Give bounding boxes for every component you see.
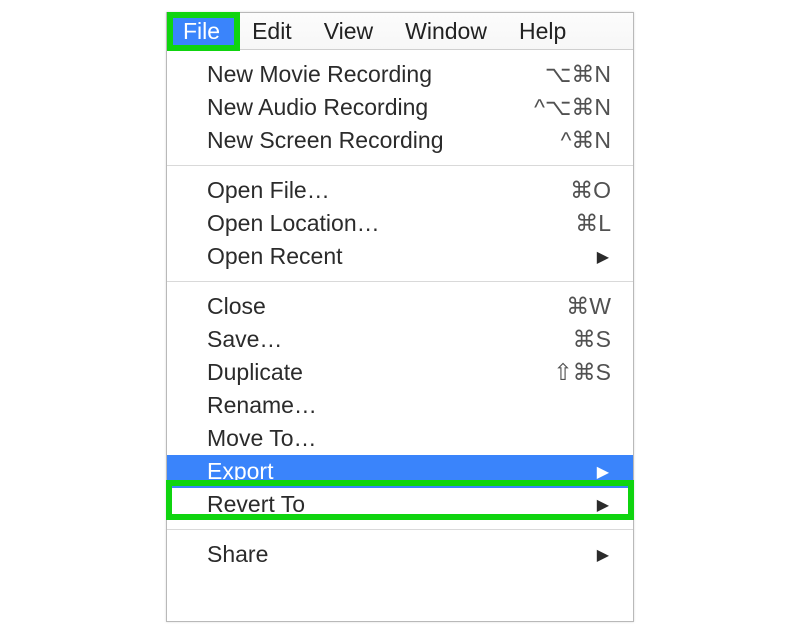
menubar-item-label: Edit xyxy=(252,18,292,45)
menuitem-shortcut: ⌘O xyxy=(570,177,611,204)
menuitem-label: New Audio Recording xyxy=(207,94,428,121)
menubar-item-help[interactable]: Help xyxy=(503,13,582,49)
submenu-arrow-icon: ▶ xyxy=(597,495,609,515)
menuitem-label: Save… xyxy=(207,326,282,353)
menuitem-shortcut: ⌘S xyxy=(573,326,611,353)
menuitem-label: New Screen Recording xyxy=(207,127,444,154)
separator xyxy=(167,529,633,530)
menuitem-move-to[interactable]: Move To… xyxy=(167,422,633,455)
menuitem-revert-to[interactable]: Revert To ▶ xyxy=(167,488,633,521)
menuitem-rename[interactable]: Rename… xyxy=(167,389,633,422)
submenu-arrow-icon: ▶ xyxy=(597,462,609,482)
menuitem-duplicate[interactable]: Duplicate ⇧⌘S xyxy=(167,356,633,389)
menubar-item-label: Help xyxy=(519,18,566,45)
menuitem-label: Share xyxy=(207,541,268,568)
menuitem-shortcut: ⌘L xyxy=(575,210,611,237)
menubar-item-edit[interactable]: Edit xyxy=(236,13,308,49)
menubar-item-window[interactable]: Window xyxy=(389,13,503,49)
menubar-item-label: Window xyxy=(405,18,487,45)
separator xyxy=(167,281,633,282)
menuitem-new-screen-recording[interactable]: New Screen Recording ^⌘N xyxy=(167,124,633,157)
menuitem-label: Export xyxy=(207,458,273,485)
menuitem-shortcut: ^⌘N xyxy=(561,127,611,154)
menuitem-open-location[interactable]: Open Location… ⌘L xyxy=(167,207,633,240)
menuitem-shortcut: ⌘W xyxy=(566,293,611,320)
menubar: File Edit View Window Help xyxy=(167,13,633,50)
menuitem-label: New Movie Recording xyxy=(207,61,432,88)
window-frame: File Edit View Window Help New Movie Rec… xyxy=(166,12,634,622)
menubar-item-file[interactable]: File xyxy=(167,13,236,49)
menuitem-open-recent[interactable]: Open Recent ▶ xyxy=(167,240,633,273)
menuitem-open-file[interactable]: Open File… ⌘O xyxy=(167,174,633,207)
menubar-item-view[interactable]: View xyxy=(308,13,389,49)
menuitem-label: Revert To xyxy=(207,491,305,518)
menuitem-shortcut: ^⌥⌘N xyxy=(534,94,611,121)
menuitem-new-audio-recording[interactable]: New Audio Recording ^⌥⌘N xyxy=(167,91,633,124)
menuitem-share[interactable]: Share ▶ xyxy=(167,538,633,571)
submenu-arrow-icon: ▶ xyxy=(597,247,609,267)
separator xyxy=(167,165,633,166)
menuitem-label: Rename… xyxy=(207,392,317,419)
menubar-item-label: File xyxy=(183,18,220,45)
menuitem-label: Open File… xyxy=(207,177,330,204)
menuitem-export[interactable]: Export ▶ xyxy=(167,455,633,488)
menuitem-new-movie-recording[interactable]: New Movie Recording ⌥⌘N xyxy=(167,58,633,91)
menuitem-label: Open Recent xyxy=(207,243,343,270)
menuitem-shortcut: ⌥⌘N xyxy=(545,61,611,88)
menuitem-close[interactable]: Close ⌘W xyxy=(167,290,633,323)
menubar-item-label: View xyxy=(324,18,373,45)
menuitem-label: Close xyxy=(207,293,266,320)
menuitem-label: Duplicate xyxy=(207,359,303,386)
menuitem-save[interactable]: Save… ⌘S xyxy=(167,323,633,356)
submenu-arrow-icon: ▶ xyxy=(597,545,609,565)
file-menu: New Movie Recording ⌥⌘N New Audio Record… xyxy=(167,50,633,571)
menuitem-label: Open Location… xyxy=(207,210,380,237)
menuitem-shortcut: ⇧⌘S xyxy=(553,359,611,386)
menuitem-label: Move To… xyxy=(207,425,317,452)
